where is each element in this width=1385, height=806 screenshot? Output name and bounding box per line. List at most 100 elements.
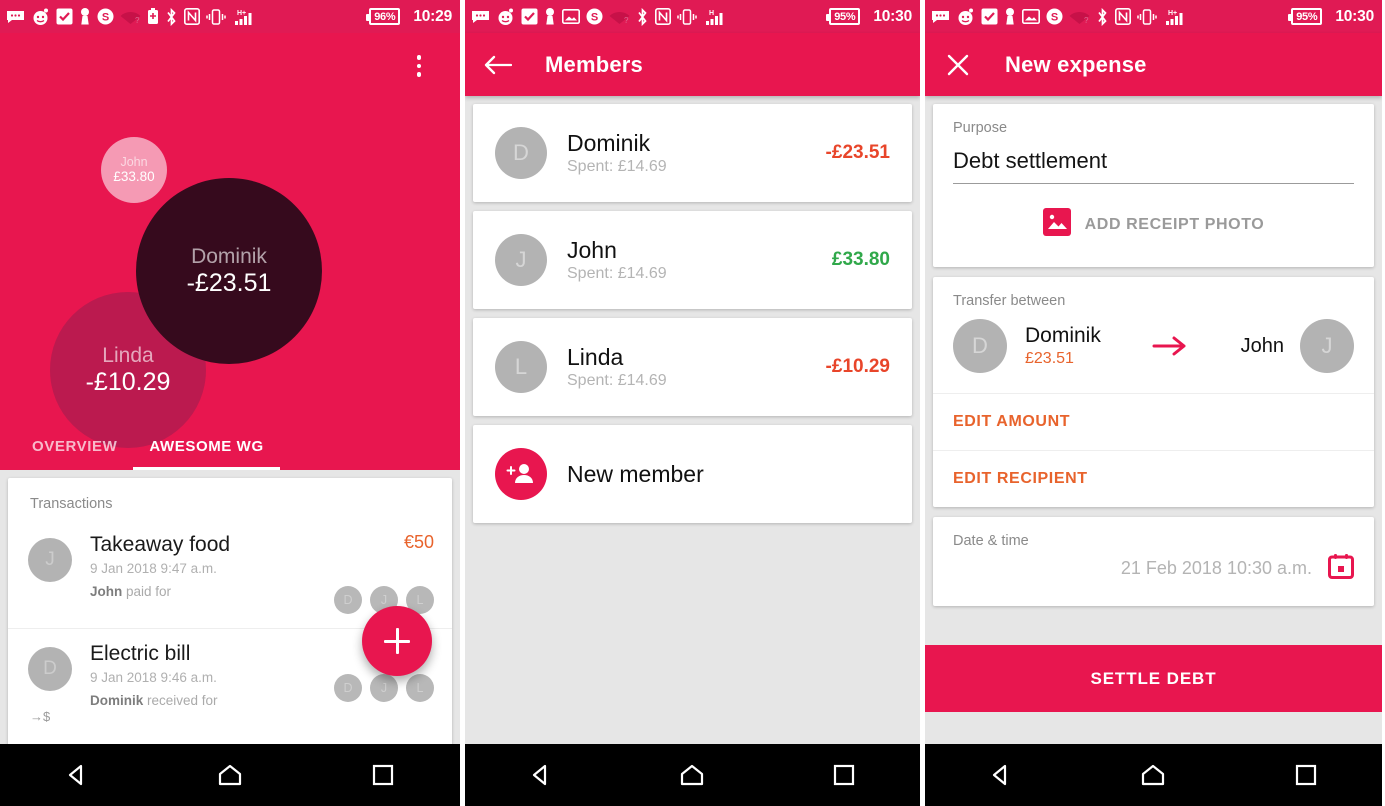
edit-recipient-button[interactable]: EDIT RECIPIENT <box>933 450 1374 507</box>
new-member-row[interactable]: New member <box>473 425 912 523</box>
balance-bubble-dominik[interactable]: Dominik -£23.51 <box>136 178 322 364</box>
battery-saver-icon <box>147 8 159 25</box>
battery-indicator-2: 95% <box>826 8 861 25</box>
svg-text:S: S <box>591 12 598 24</box>
screen-new-expense: S ? H+ 95% 10:30 New expense Purpose Deb… <box>925 0 1382 806</box>
close-icon[interactable] <box>941 48 975 82</box>
signal-h-icon: H <box>703 8 727 26</box>
messages-icon <box>471 10 490 24</box>
tasks-checkbox-icon <box>981 8 998 25</box>
android-home-icon[interactable] <box>662 755 722 795</box>
payer-action: paid for <box>122 584 172 600</box>
member-row-john[interactable]: J John Spent: £14.69 £33.80 <box>473 211 912 309</box>
participant-chip: L <box>406 674 434 702</box>
svg-text:?: ? <box>135 16 140 24</box>
arrow-right-icon <box>1101 335 1241 357</box>
overview-hero: John £33.80 Linda -£10.29 Dominik -£23.5… <box>0 33 460 470</box>
datetime-row[interactable]: 21 Feb 2018 10:30 a.m. <box>933 549 1374 606</box>
member-balance: -£10.29 <box>825 356 890 377</box>
bubble-name: John <box>120 155 148 170</box>
avatar: J <box>28 538 72 582</box>
bubble-amount: -£10.29 <box>85 367 171 396</box>
status-bar-3: S ? H+ 95% 10:30 <box>925 0 1382 33</box>
back-arrow-icon[interactable] <box>481 48 515 82</box>
participant-chip: D <box>334 586 362 614</box>
android-recents-icon[interactable] <box>814 755 874 795</box>
transaction-date: 9 Jan 2018 9:46 a.m. <box>90 670 217 686</box>
add-receipt-photo-label: ADD RECEIPT PHOTO <box>1084 215 1265 233</box>
dollar-circle-icon: S <box>586 8 603 25</box>
payer-action: received for <box>143 693 218 709</box>
svg-text:?: ? <box>1084 16 1089 24</box>
android-recents-icon[interactable] <box>1276 755 1336 795</box>
wifi-question-icon: ? <box>609 9 630 24</box>
clock-1: 10:29 <box>413 7 452 25</box>
clock-2: 10:30 <box>873 7 912 25</box>
new-expense-form: Purpose ADD RECEIPT PHOTO Transfer betwe… <box>925 96 1382 712</box>
tab-awesome-wg[interactable]: AWESOME WG <box>133 422 281 470</box>
participant-chip: D <box>334 674 362 702</box>
participant-chip: J <box>370 674 398 702</box>
bluetooth-icon <box>1096 7 1109 26</box>
settle-debt-button[interactable]: SETTLE DEBT <box>925 645 1382 712</box>
edit-amount-button[interactable]: EDIT AMOUNT <box>933 393 1374 450</box>
android-navbar-1 <box>0 744 460 806</box>
status-bar-1: S ? H+ 96% 10:29 <box>0 0 460 33</box>
transfer-amount: £23.51 <box>1025 350 1074 367</box>
android-home-icon[interactable] <box>1123 755 1183 795</box>
transaction-right: €50 D J L <box>334 532 434 614</box>
android-back-icon[interactable] <box>971 755 1031 795</box>
transfer-label: Transfer between <box>953 293 1066 309</box>
vibrate-icon <box>1137 8 1157 25</box>
avatar: D <box>495 127 547 179</box>
android-back-icon[interactable] <box>511 755 571 795</box>
new-member-label: New member <box>567 460 704 487</box>
calendar-icon[interactable] <box>1328 553 1354 584</box>
android-home-icon[interactable] <box>200 755 260 795</box>
image-icon <box>1042 208 1071 241</box>
transaction-date: 9 Jan 2018 9:47 a.m. <box>90 561 217 577</box>
add-expense-fab[interactable] <box>362 606 432 676</box>
android-recents-icon[interactable] <box>353 755 413 795</box>
more-vertical-icon[interactable] <box>402 49 436 83</box>
new-expense-appbar: New expense <box>925 33 1382 96</box>
svg-text:H+: H+ <box>237 10 246 17</box>
svg-text:S: S <box>1051 12 1058 24</box>
transfer-to-name: John <box>1240 334 1284 357</box>
page-title: New expense <box>1005 51 1147 77</box>
member-row-linda[interactable]: L Linda Spent: £14.69 -£10.29 <box>473 318 912 416</box>
screen-members: S ? H 95% 10:30 Members D Dominik Spent:… <box>465 0 920 806</box>
transaction-payer: Dominik received for <box>90 693 334 708</box>
bubble-name: Dominik <box>191 245 267 269</box>
transaction-main: Electric bill 9 Jan 2018 9:46 a.m. Domin… <box>72 641 334 708</box>
reddit-icon <box>956 8 975 25</box>
purpose-label: Purpose <box>953 120 1008 136</box>
add-receipt-photo-button[interactable]: ADD RECEIPT PHOTO <box>933 184 1374 267</box>
transaction-title: Takeaway food <box>90 533 231 556</box>
battery-indicator-3: 95% <box>1288 8 1323 25</box>
screen-overview: S ? H+ 96% 10:29 John £33.80 Linda -£10.… <box>0 0 460 806</box>
hamburger-menu-icon[interactable] <box>24 49 52 83</box>
android-navbar-3 <box>925 744 1382 806</box>
tab-overview[interactable]: OVERVIEW <box>16 422 133 470</box>
wifi-question-icon: ? <box>1069 9 1090 24</box>
android-back-icon[interactable] <box>47 755 107 795</box>
bubble-name: Linda <box>102 344 154 368</box>
member-text: John Spent: £14.69 <box>547 237 832 283</box>
members-appbar: Members <box>465 33 920 96</box>
participant-chips: D J L <box>334 674 434 702</box>
purpose-input[interactable] <box>933 136 1374 183</box>
pin-icon <box>1004 8 1016 25</box>
member-row-dominik[interactable]: D Dominik Spent: £14.69 -£23.51 <box>473 104 912 202</box>
balance-bubble-john[interactable]: John £33.80 <box>101 137 167 203</box>
reddit-icon <box>31 8 50 25</box>
pin-icon <box>79 8 91 25</box>
dollar-circle-icon: S <box>1046 8 1063 25</box>
bluetooth-icon <box>636 7 649 26</box>
datetime-label: Date & time <box>953 533 1029 549</box>
photo-icon <box>562 9 580 24</box>
datetime-card: Date & time 21 Feb 2018 10:30 a.m. <box>933 517 1374 606</box>
bluetooth-icon <box>165 7 178 26</box>
page-title: Members <box>545 51 643 77</box>
wifi-question-icon: ? <box>120 9 141 24</box>
